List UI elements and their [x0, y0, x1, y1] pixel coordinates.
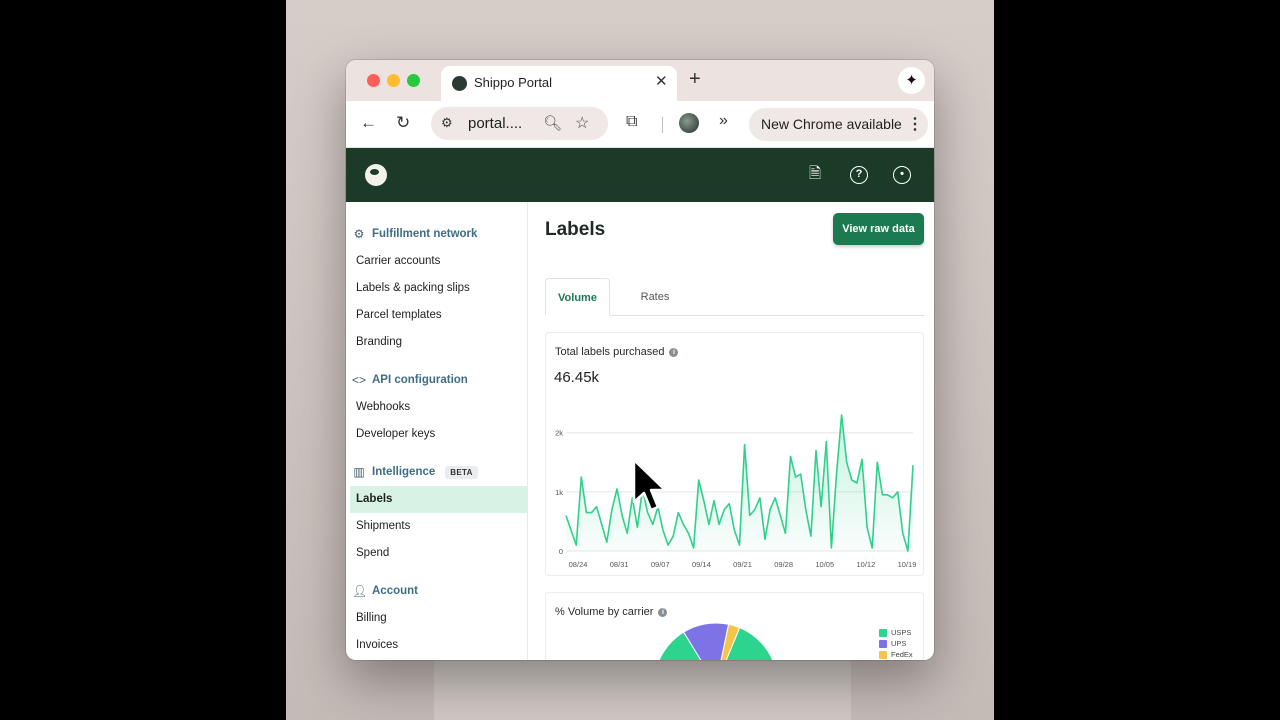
chevron-double-right-icon[interactable]: »	[719, 112, 728, 130]
y-tick-label: 2k	[555, 429, 563, 438]
page-title: Labels	[545, 219, 606, 240]
reload-icon[interactable]: ↻	[396, 113, 410, 133]
x-tick-label: 09/28	[774, 560, 793, 569]
sidebar-section-label: API configuration	[372, 374, 468, 386]
browser-window: Shippo Portal ✕ + ✦ ← ↻ ⚙ portal.... 🔍︎ …	[346, 60, 934, 660]
sidebar-item-parcel-templates[interactable]: Parcel templates	[350, 302, 527, 329]
volume-by-carrier-card: % Volume by carrier i USPS UPS FedEx	[545, 592, 924, 660]
sidebar-section-api: <> API configuration	[352, 370, 468, 390]
back-arrow-icon[interactable]: ←	[360, 113, 377, 133]
x-tick-label: 09/21	[733, 560, 752, 569]
x-tick-label: 08/24	[569, 560, 588, 569]
card-title-text: % Volume by carrier	[555, 606, 654, 618]
x-tick-label: 10/05	[815, 560, 834, 569]
url-text[interactable]: portal....	[468, 115, 522, 132]
new-tab-button[interactable]: +	[689, 68, 701, 91]
extensions-puzzle-icon[interactable]: ⧉	[626, 113, 637, 131]
sidebar: ⚙ Fulfillment network Carrier accounts L…	[346, 202, 528, 660]
sidebar-section-intelligence: ▥ Intelligence BETA	[352, 462, 478, 482]
mouse-cursor-icon	[632, 458, 667, 512]
sidebar-section-label: Account	[372, 585, 418, 597]
x-tick-label: 09/07	[651, 560, 670, 569]
y-tick-label: 1k	[555, 488, 563, 497]
sidebar-item-shipments[interactable]: Shipments	[350, 513, 527, 540]
sidebar-item-invoices[interactable]: Invoices	[350, 632, 527, 659]
sidebar-item-carrier-accounts[interactable]: Carrier accounts	[350, 248, 527, 275]
maximize-window-button[interactable]	[407, 74, 420, 87]
app-header: 🗎︎ ? •	[346, 148, 934, 202]
sparkle-icon[interactable]: ✦	[898, 67, 925, 94]
x-tick-label: 10/12	[856, 560, 875, 569]
document-icon[interactable]: 🗎︎	[806, 166, 824, 184]
browser-tab[interactable]: Shippo Portal ✕	[441, 66, 677, 101]
legend-label: UPS	[891, 639, 907, 648]
bar-chart-icon: ▥	[353, 465, 365, 479]
y-tick-label: 0	[559, 547, 563, 556]
sidebar-section-label: Intelligence	[372, 466, 436, 478]
legend-label: FedEx	[891, 650, 913, 659]
site-settings-icon[interactable]: ⚙	[441, 115, 453, 131]
tab-title: Shippo Portal	[474, 75, 553, 90]
user-account-icon[interactable]: •	[893, 166, 911, 184]
tab-bar: Volume Rates	[545, 278, 924, 316]
tab-rates[interactable]: Rates	[625, 278, 685, 316]
tab-volume[interactable]: Volume	[545, 278, 610, 316]
sidebar-section-fulfillment: ⚙ Fulfillment network	[352, 224, 478, 244]
x-tick-label: 09/14	[692, 560, 711, 569]
close-icon[interactable]: ✕	[655, 72, 668, 90]
update-chrome-label: New Chrome available	[761, 116, 902, 132]
card-title: % Volume by carrier i	[555, 606, 668, 618]
help-icon[interactable]: ?	[850, 166, 868, 184]
total-labels-card: Total labels purchased i 46.45k 0 1k 2k 08/…	[545, 332, 924, 576]
zoom-icon[interactable]: 🔍︎	[543, 114, 562, 132]
x-tick-label: 08/31	[610, 560, 629, 569]
sidebar-item-labels-packing-slips[interactable]: Labels & packing slips	[350, 275, 527, 302]
view-raw-data-button[interactable]: View raw data	[833, 213, 924, 245]
legend-item-ups: UPS	[879, 638, 913, 649]
bookmark-star-icon[interactable]: ☆	[575, 113, 589, 133]
sidebar-item-spend[interactable]: Spend	[350, 540, 527, 567]
legend-swatch	[879, 650, 887, 659]
close-window-button[interactable]	[367, 74, 380, 87]
update-chrome-button[interactable]: New Chrome available ⋮	[749, 108, 928, 141]
sidebar-section-account: 👤︎ Account	[352, 581, 418, 601]
sidebar-item-developer-keys[interactable]: Developer keys	[350, 421, 527, 448]
carrier-legend: USPS UPS FedEx	[879, 627, 913, 660]
x-tick-label: 10/19	[898, 560, 917, 569]
sidebar-section-label: Fulfillment network	[372, 228, 478, 240]
legend-label: USPS	[891, 628, 912, 637]
kebab-menu-icon[interactable]: ⋮	[907, 114, 923, 134]
legend-item-usps: USPS	[879, 627, 913, 638]
sidebar-item-webhooks[interactable]: Webhooks	[350, 394, 527, 421]
code-brackets-icon: <>	[352, 373, 367, 387]
address-bar[interactable]: ⚙ portal.... 🔍︎ ☆	[431, 107, 608, 140]
carrier-pie-chart	[658, 622, 774, 660]
tab-strip: Shippo Portal ✕ + ✦	[346, 60, 934, 101]
legend-swatch	[879, 628, 887, 637]
sidebar-item-labels[interactable]: Labels	[350, 486, 527, 513]
gear-icon: ⚙	[353, 227, 365, 241]
labels-area-chart: 0 1k 2k 08/24 08/31 09/07 09/14 09/21 09/28 10/05…	[555, 414, 917, 569]
main-content: Labels View raw data Volume Rates Total …	[528, 202, 934, 660]
shippo-favicon-icon	[452, 76, 467, 91]
minimize-window-button[interactable]	[387, 74, 400, 87]
person-icon: 👤︎	[352, 584, 368, 598]
toolbar-divider	[662, 117, 663, 133]
profile-avatar[interactable]	[679, 113, 699, 133]
legend-item-fedex: FedEx	[879, 649, 913, 660]
info-icon[interactable]: i	[658, 607, 668, 617]
sidebar-item-billing[interactable]: Billing	[350, 605, 527, 632]
sidebar-item-branding[interactable]: Branding	[350, 329, 527, 356]
browser-toolbar: ← ↻ ⚙ portal.... 🔍︎ ☆ ⧉ » New Chrome ava…	[346, 101, 934, 148]
shippo-logo-icon[interactable]	[365, 164, 387, 186]
legend-swatch	[879, 639, 887, 648]
beta-badge: BETA	[445, 465, 478, 479]
